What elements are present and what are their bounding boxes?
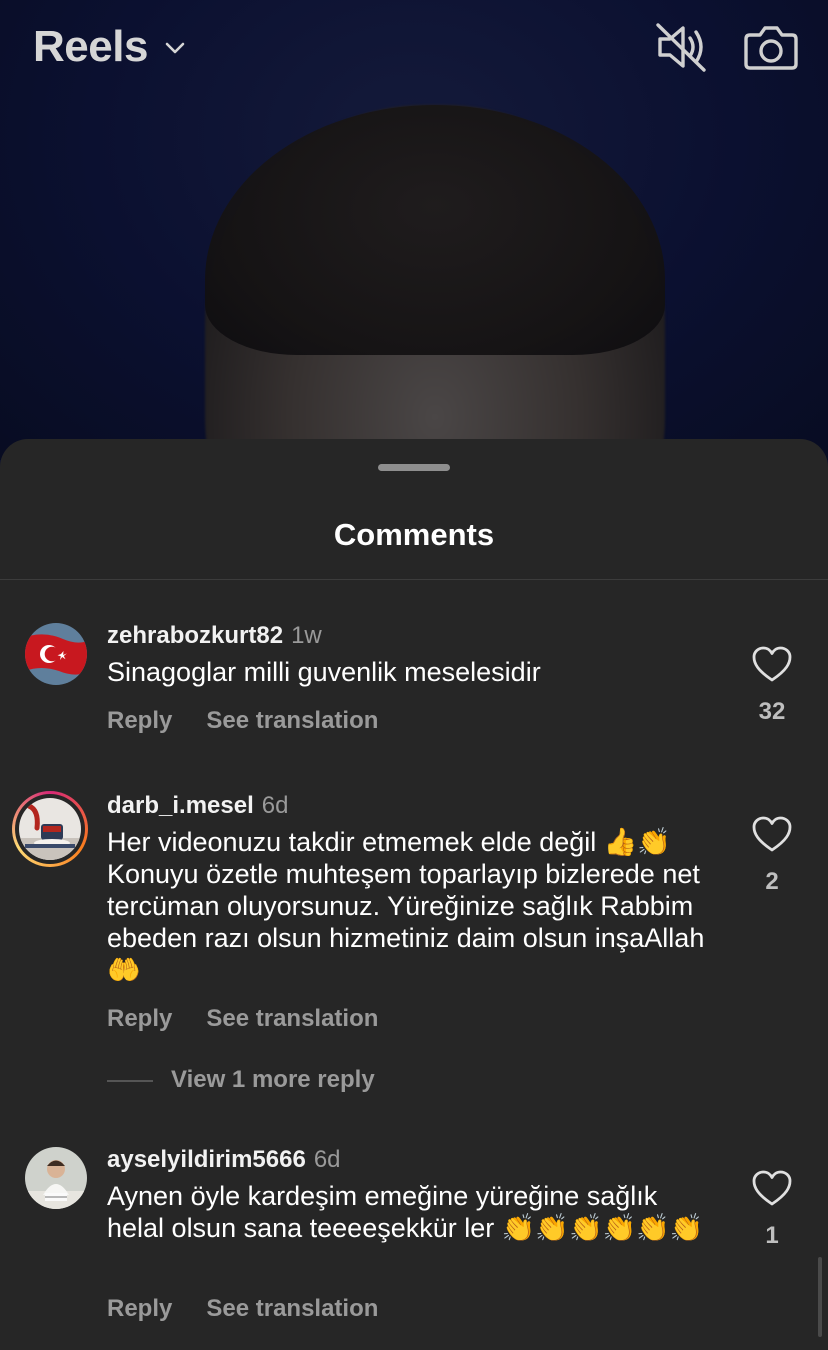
like-count: 32 [758, 698, 786, 725]
avatar-with-story-ring[interactable] [12, 791, 88, 867]
replies-line [107, 1079, 153, 1082]
comment-time: 6d [261, 792, 289, 819]
comment-time: 6d [313, 1146, 341, 1173]
heart-icon[interactable] [751, 1169, 793, 1207]
see-translation-button[interactable]: See translation [206, 707, 378, 735]
tea-cup-avatar-icon [19, 798, 81, 860]
comment-username[interactable]: zehrabozkurt82 [107, 622, 283, 649]
comment-text: Aynen öyle kardeşim emeğine yüreğine sağ… [107, 1181, 704, 1243]
view-replies-label: View 1 more reply [171, 1066, 375, 1093]
avatar[interactable] [25, 623, 87, 685]
person-hair [205, 105, 665, 355]
divider [0, 579, 828, 580]
see-translation-button[interactable]: See translation [206, 1295, 378, 1323]
comment-time: 1w [291, 622, 322, 649]
comment-username[interactable]: darb_i.mesel [107, 792, 254, 819]
comments-sheet: Comments zehrabozkurt82 1w Sinagoglar mil… [0, 439, 828, 1350]
scroll-indicator[interactable] [818, 1257, 822, 1337]
speaker-muted-icon[interactable] [652, 20, 710, 74]
see-translation-button[interactable]: See translation [206, 1005, 378, 1033]
heart-icon[interactable] [751, 645, 793, 683]
avatar[interactable] [25, 1147, 87, 1209]
reply-button[interactable]: Reply [107, 707, 172, 735]
comment-text: Sinagoglar milli guvenlik meselesidir [107, 657, 541, 687]
reply-button[interactable]: Reply [107, 1295, 172, 1323]
reels-header: Reels [0, 0, 828, 100]
reply-button[interactable]: Reply [107, 1005, 172, 1033]
child-photo-avatar-icon [25, 1147, 87, 1209]
sheet-title: Comments [333, 517, 495, 552]
view-replies-button[interactable]: View 1 more reply [107, 1066, 375, 1094]
camera-icon[interactable] [742, 20, 800, 74]
chevron-down-icon[interactable] [163, 36, 187, 60]
reels-title[interactable]: Reels [33, 22, 148, 72]
like-count: 1 [765, 1222, 779, 1249]
comment-username[interactable]: ayselyildirim5666 [107, 1146, 306, 1173]
turkish-flag-avatar-icon [25, 623, 87, 685]
heart-icon[interactable] [751, 815, 793, 853]
like-count: 2 [765, 868, 779, 895]
sheet-grabber[interactable] [378, 464, 450, 471]
comment-text: Her videonuzu takdir etmemek elde değil … [107, 827, 705, 985]
